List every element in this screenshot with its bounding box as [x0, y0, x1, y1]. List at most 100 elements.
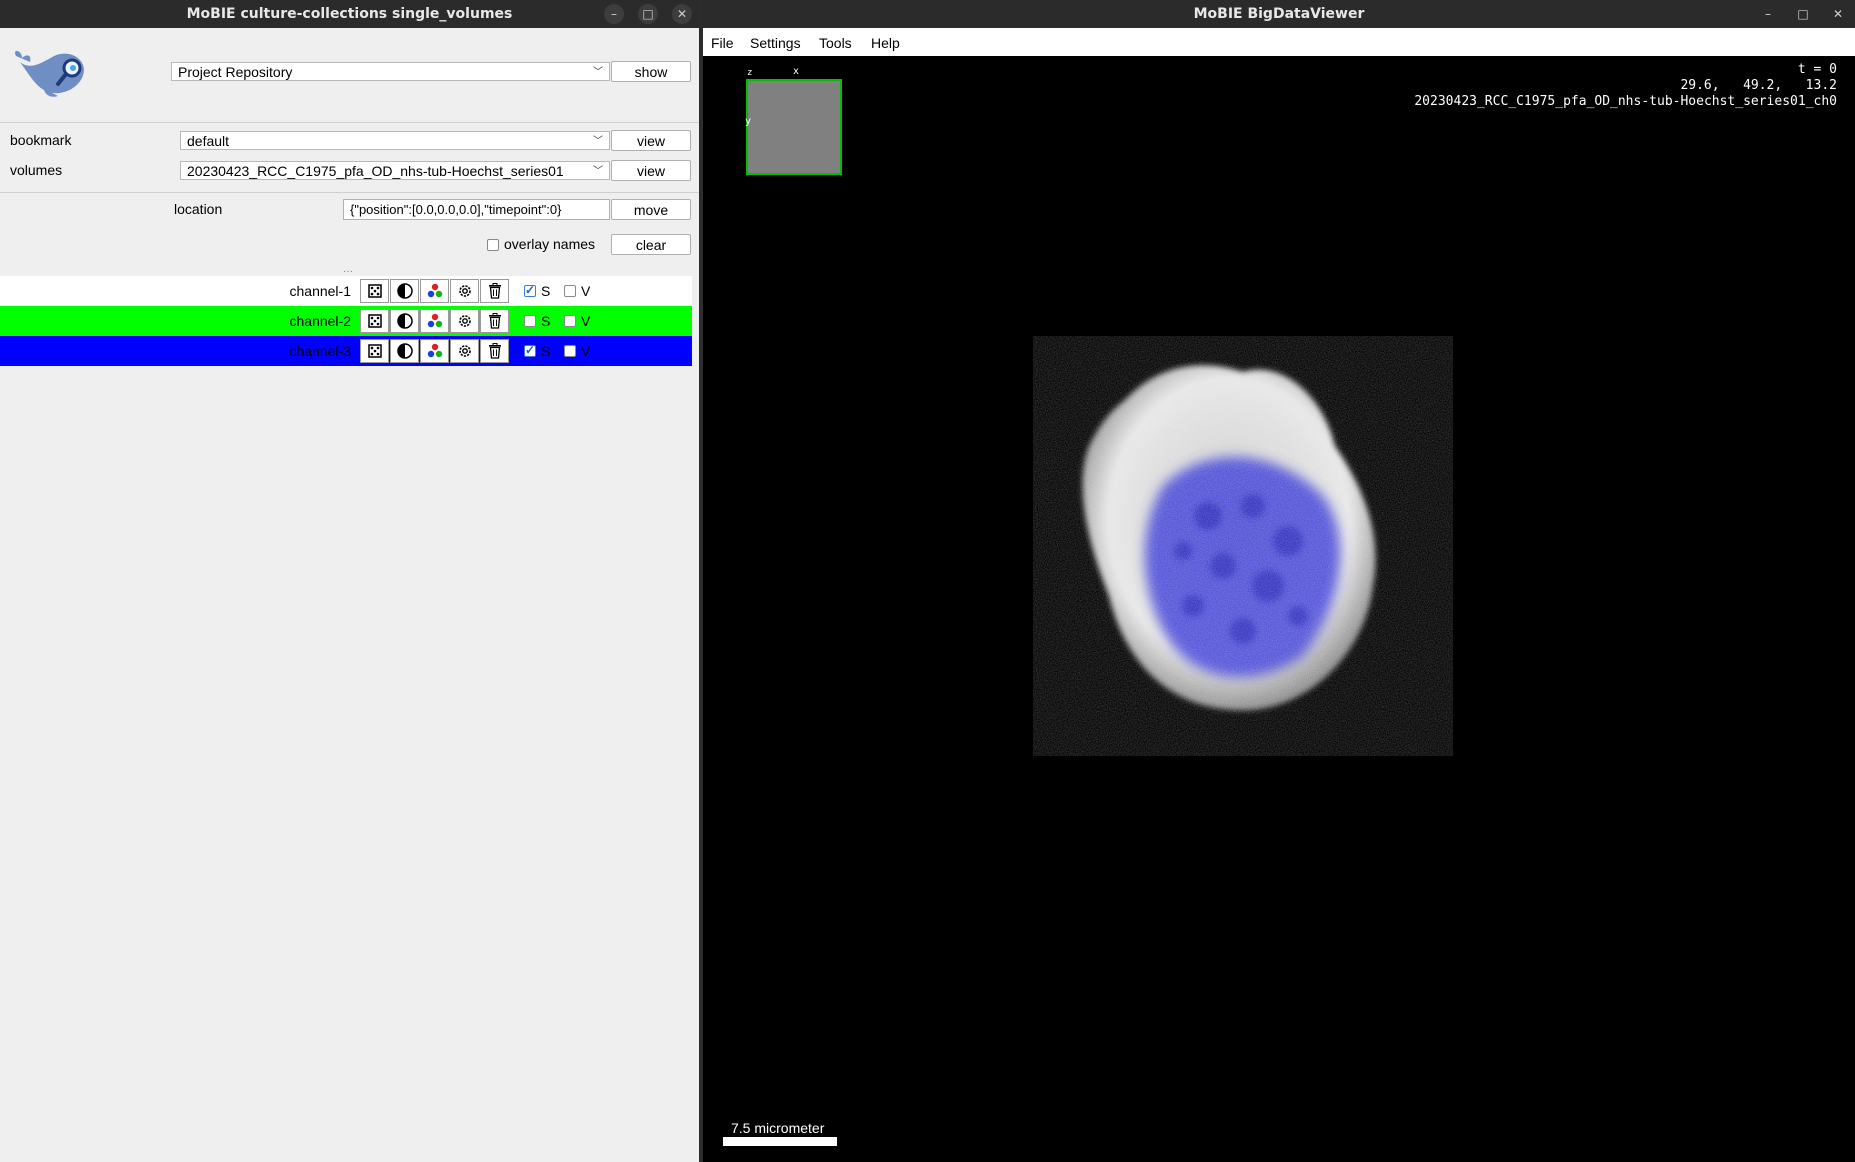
focus-icon [367, 344, 382, 358]
image-viewer-canvas[interactable]: z x y t = 0 29.6, 49.2, 13.2 20230423_RC… [703, 56, 1855, 1162]
channel-name: channel-3 [289, 343, 352, 359]
volumes-view-button[interactable]: view [611, 160, 691, 181]
divider [0, 192, 699, 193]
channel-name: channel-2 [289, 313, 352, 329]
channel-toolbar [360, 309, 511, 333]
show-in-viewer-checkbox[interactable] [524, 283, 536, 297]
navigator-box [746, 79, 842, 175]
bookmark-view-button[interactable]: view [611, 130, 691, 151]
mobie-logo-icon [15, 50, 84, 97]
scale-bar [723, 1137, 837, 1146]
clear-button[interactable]: clear [611, 234, 691, 255]
color-icon [427, 313, 443, 329]
color-button[interactable] [420, 279, 449, 303]
chevron-down-icon: ﹀ [593, 67, 603, 78]
contrast-icon [396, 313, 413, 329]
focus-icon [367, 314, 382, 328]
overlay-names-checkbox[interactable] [487, 239, 499, 251]
color-icon [427, 283, 443, 299]
chevron-down-icon: ﹀ [593, 166, 603, 177]
focus-button[interactable] [360, 339, 389, 363]
volumes-select-value: 20230423_RCC_C1975_pfa_OD_nhs-tub-Hoechs… [187, 163, 564, 179]
color-button[interactable] [420, 339, 449, 363]
left-titlebar: MoBIE culture-collections single_volumes… [0, 0, 699, 28]
v-label: V [581, 343, 591, 359]
close-button[interactable]: ✕ [672, 4, 692, 24]
location-input[interactable]: {"position":[0.0,0.0,0.0],"timepoint":0} [343, 199, 610, 220]
repository-select[interactable]: Project Repository ﹀ [171, 62, 610, 81]
cell-image [1033, 336, 1453, 756]
volumes-select[interactable]: 20230423_RCC_C1975_pfa_OD_nhs-tub-Hoechs… [180, 161, 610, 180]
navigator-z-label: z [747, 68, 753, 78]
minimize-button[interactable]: – [1758, 4, 1778, 24]
close-button[interactable]: ✕ [1828, 4, 1848, 24]
channel-name: channel-1 [289, 283, 352, 299]
left-window-title: MoBIE culture-collections single_volumes [186, 6, 513, 22]
settings-button[interactable] [450, 339, 479, 363]
settings-icon [457, 313, 473, 329]
show-in-3d-viewer-checkbox[interactable] [564, 285, 576, 297]
source-name-label: 20230423_RCC_C1975_pfa_OD_nhs-tub-Hoechs… [1414, 94, 1837, 109]
delete-icon [488, 343, 502, 359]
menu-file[interactable]: File [711, 28, 734, 58]
maximize-button[interactable]: □ [1793, 4, 1813, 24]
delete-icon [488, 313, 502, 329]
divider [0, 122, 699, 123]
show-in-3d-viewer-checkbox[interactable] [564, 345, 576, 357]
navigator-x-label: x [793, 66, 800, 77]
menu-settings[interactable]: Settings [750, 28, 801, 58]
s-label: S [541, 283, 551, 299]
channel-row[interactable]: channel-2 S V [0, 306, 692, 336]
color-button[interactable] [420, 309, 449, 333]
contrast-icon [396, 283, 413, 299]
bigdataviewer-window: MoBIE BigDataViewer – □ ✕ File Settings … [703, 0, 1855, 1162]
delete-icon [488, 283, 502, 299]
coordinates-readout: 29.6, 49.2, 13.2 [1680, 78, 1837, 93]
contrast-button[interactable] [390, 339, 419, 363]
delete-button[interactable] [480, 279, 509, 303]
v-label: V [581, 313, 591, 329]
bookmark-select-value: default [187, 133, 230, 149]
navigator-y-label: y [745, 116, 752, 127]
maximize-button[interactable]: □ [638, 4, 658, 24]
settings-button[interactable] [450, 279, 479, 303]
timepoint-label: t = 0 [1797, 62, 1837, 77]
bookmark-label: bookmark [10, 132, 72, 148]
settings-icon [457, 343, 473, 359]
chevron-down-icon: ﹀ [593, 136, 603, 147]
v-label: V [581, 283, 591, 299]
show-button[interactable]: show [611, 61, 691, 82]
contrast-button[interactable] [390, 309, 419, 333]
focus-button[interactable] [360, 279, 389, 303]
menu-help[interactable]: Help [871, 28, 900, 58]
delete-button[interactable] [480, 309, 509, 333]
channel-row[interactable]: channel-1 S V [0, 276, 692, 306]
color-icon [427, 343, 443, 359]
right-titlebar: MoBIE BigDataViewer – □ ✕ [703, 0, 1855, 28]
channel-row[interactable]: channel-3 S V [0, 336, 692, 366]
show-in-viewer-checkbox[interactable] [524, 315, 536, 327]
focus-icon [367, 284, 382, 298]
channel-toolbar [360, 339, 511, 363]
show-in-viewer-checkbox[interactable] [524, 343, 536, 357]
show-in-3d-viewer-checkbox[interactable] [564, 315, 576, 327]
move-button[interactable]: move [611, 199, 691, 220]
focus-button[interactable] [360, 309, 389, 333]
scale-bar-label: 7.5 micrometer [731, 1120, 825, 1136]
volumes-label: volumes [10, 162, 63, 178]
contrast-button[interactable] [390, 279, 419, 303]
mobie-main-window: MoBIE culture-collections single_volumes… [0, 0, 699, 1162]
bookmark-select[interactable]: default ﹀ [180, 131, 610, 150]
contrast-icon [396, 343, 413, 359]
overlay-names-label: overlay names [504, 236, 596, 252]
settings-icon [457, 283, 473, 299]
delete-button[interactable] [480, 339, 509, 363]
channel-toolbar [360, 279, 511, 303]
s-label: S [541, 313, 551, 329]
right-window-title: MoBIE BigDataViewer [1193, 6, 1365, 22]
repository-select-value: Project Repository [178, 64, 293, 80]
menu-tools[interactable]: Tools [819, 28, 852, 58]
settings-button[interactable] [450, 309, 479, 333]
menu-bar: File Settings Tools Help [703, 28, 1855, 56]
minimize-button[interactable]: – [604, 4, 624, 24]
